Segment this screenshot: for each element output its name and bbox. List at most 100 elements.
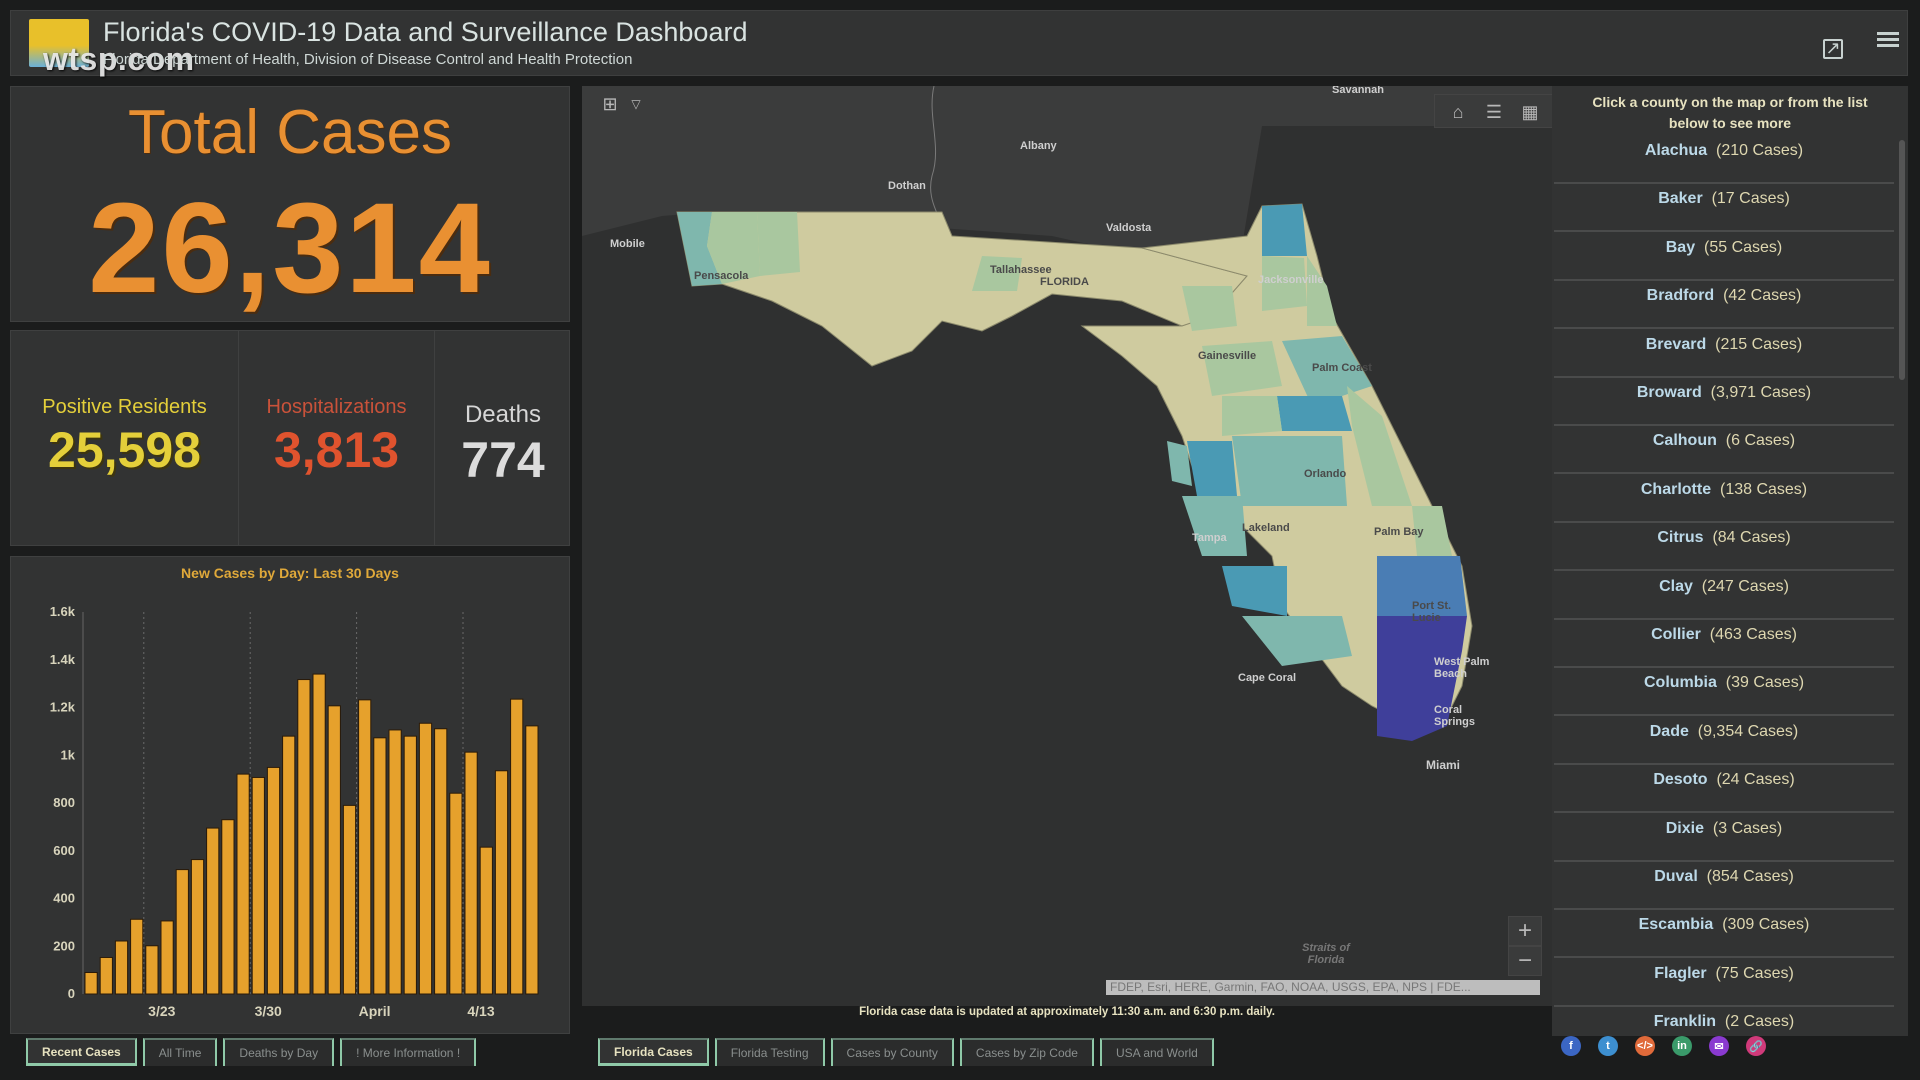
map-attribution[interactable]: FDEP, Esri, HERE, Garmin, FAO, NOAA, USG… <box>1106 980 1540 995</box>
zoom-in-button[interactable]: + <box>1508 916 1542 946</box>
bar[interactable] <box>266 766 281 995</box>
map-canvas[interactable] <box>582 86 1552 1006</box>
bar[interactable] <box>282 735 296 995</box>
hamburger-menu-icon[interactable] <box>1877 29 1899 50</box>
bar[interactable] <box>99 956 113 995</box>
county-name: Broward <box>1636 384 1702 401</box>
embed-share-icon[interactable]: </> <box>1635 1036 1655 1056</box>
county-name: Charlotte <box>1640 480 1712 498</box>
tab-more-information[interactable]: ! More Information ! <box>340 1038 477 1066</box>
stat-label: Hospitalizations <box>266 396 407 418</box>
external-link-icon[interactable]: ↗ <box>1823 39 1843 59</box>
county-list-item[interactable]: Franklin (2 Cases) <box>1554 1007 1894 1036</box>
link-share-icon[interactable]: 🔗 <box>1746 1036 1766 1056</box>
bar[interactable] <box>175 869 189 995</box>
bar[interactable] <box>160 920 174 995</box>
bar[interactable] <box>84 972 98 995</box>
linkedin-share-icon[interactable]: in <box>1672 1036 1692 1056</box>
bar[interactable] <box>221 819 235 995</box>
county-name: Bay <box>1665 238 1696 256</box>
bar[interactable] <box>403 735 417 995</box>
bar[interactable] <box>434 728 448 995</box>
chevron-down-icon[interactable]: ▽ <box>626 92 646 116</box>
tab-all-time[interactable]: All Time <box>142 1038 218 1066</box>
list-icon[interactable]: ☰ <box>1482 100 1506 124</box>
bar[interactable] <box>206 827 220 995</box>
bar[interactable] <box>510 698 524 995</box>
x-tick-label: 4/13 <box>467 1003 494 1019</box>
y-tick-label: 1k <box>61 747 76 762</box>
county-list-item[interactable]: Brevard (215 Cases) <box>1554 330 1894 378</box>
bar[interactable] <box>251 776 265 995</box>
bar[interactable] <box>130 918 144 995</box>
map-label: Valdosta <box>1106 222 1152 234</box>
county-list-item[interactable]: Baker (17 Cases) <box>1554 184 1894 233</box>
county-case-count: (309 Cases) <box>1722 916 1810 934</box>
bar[interactable] <box>297 679 311 995</box>
map-label: Tampa <box>1192 532 1227 544</box>
florida-cases-map[interactable]: Savannah Albany Dothan Valdosta Mobile P… <box>582 86 1552 1006</box>
county-list-scrollbar[interactable] <box>1899 140 1905 380</box>
bar[interactable] <box>525 725 539 995</box>
tab-cases-by-county[interactable]: Cases by County <box>830 1038 954 1066</box>
twitter-share-icon[interactable]: t <box>1598 1036 1618 1056</box>
map-label: Miami <box>1426 758 1461 772</box>
bar[interactable] <box>190 859 205 995</box>
county-list-item[interactable]: Flagler (75 Cases) <box>1554 959 1894 1007</box>
county-list-item[interactable]: Collier (463 Cases) <box>1554 620 1894 668</box>
email-share-icon[interactable]: ✉ <box>1709 1036 1729 1056</box>
county-list-item[interactable]: Clay (247 Cases) <box>1554 572 1894 620</box>
county-name: Franklin <box>1653 1013 1716 1031</box>
county-list-item[interactable]: Duval (854 Cases) <box>1554 862 1894 910</box>
bar[interactable] <box>312 673 326 995</box>
county-list-item[interactable]: Dade (9,354 Cases) <box>1554 717 1894 765</box>
bar[interactable] <box>418 722 433 995</box>
county-list-item[interactable]: Desoto (24 Cases) <box>1554 765 1894 814</box>
tab-recent-cases[interactable]: Recent Cases <box>26 1038 137 1066</box>
county-case-count: (2 Cases) <box>1724 1013 1795 1031</box>
county-list-item[interactable]: Escambia (309 Cases) <box>1554 910 1894 959</box>
zoom-out-button[interactable]: − <box>1508 946 1542 976</box>
county-list-item[interactable]: Broward (3,971 Cases) <box>1554 378 1894 426</box>
bar[interactable] <box>388 729 402 995</box>
map-label: West Palm Beach <box>1434 656 1490 680</box>
okaloosa-county <box>757 212 800 276</box>
bar[interactable] <box>114 940 129 995</box>
grid-icon[interactable]: ▦ <box>1518 100 1542 124</box>
map-label: Gainesville <box>1198 350 1257 362</box>
county-list-item[interactable]: Alachua (210 Cases) <box>1554 136 1894 184</box>
county-list-item[interactable]: Charlotte (138 Cases) <box>1554 475 1894 523</box>
bar[interactable] <box>358 699 372 995</box>
bar[interactable] <box>236 773 250 995</box>
app-header: wtsp.com Florida's COVID-19 Data and Sur… <box>10 10 1908 77</box>
tab-florida-testing[interactable]: Florida Testing <box>714 1038 825 1066</box>
x-tick-label: April <box>359 1003 391 1019</box>
county-list-item[interactable]: Columbia (39 Cases) <box>1554 668 1894 717</box>
y-tick-label: 0 <box>68 986 75 1001</box>
bar[interactable] <box>494 770 509 995</box>
map-label: Tallahassee <box>990 264 1052 276</box>
bar[interactable] <box>479 846 493 995</box>
map-label: Palm Bay <box>1374 526 1424 538</box>
tab-deaths-by-day[interactable]: Deaths by Day <box>223 1038 335 1066</box>
tab-usa-and-world[interactable]: USA and World <box>1099 1038 1214 1066</box>
bar[interactable] <box>449 792 463 995</box>
lee-county <box>1222 566 1287 616</box>
bar[interactable] <box>145 945 159 995</box>
tab-florida-cases[interactable]: Florida Cases <box>598 1038 709 1066</box>
county-list-item[interactable]: Bay (55 Cases) <box>1554 233 1894 281</box>
bar[interactable] <box>373 737 387 995</box>
county-list-item[interactable]: Calhoun (6 Cases) <box>1554 426 1894 475</box>
county-list-item[interactable]: Dixie (3 Cases) <box>1554 814 1894 862</box>
bar[interactable] <box>327 705 341 995</box>
county-list-item[interactable]: Citrus (84 Cases) <box>1554 523 1894 572</box>
county-list-item[interactable]: Bradford (42 Cases) <box>1554 281 1894 330</box>
tab-cases-by-zip-code[interactable]: Cases by Zip Code <box>959 1038 1094 1066</box>
stjohns-county <box>1307 256 1337 326</box>
map-legend-icon[interactable]: ⊞ <box>598 92 622 116</box>
stat-hospitalizations: Hospitalizations 3,813 <box>239 331 435 545</box>
home-icon[interactable]: ⌂ <box>1446 100 1470 124</box>
bar[interactable] <box>342 804 357 995</box>
bar[interactable] <box>464 751 478 995</box>
facebook-share-icon[interactable]: f <box>1561 1036 1581 1056</box>
